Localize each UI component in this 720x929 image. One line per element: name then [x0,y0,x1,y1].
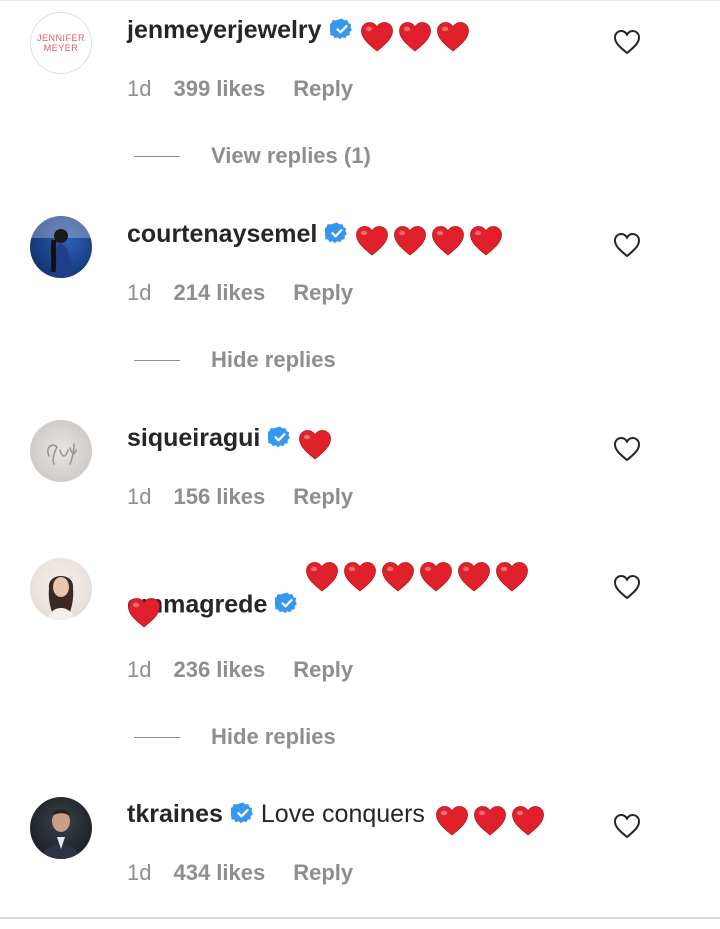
heart-outline-icon[interactable] [613,813,641,839]
verified-badge-icon [323,220,349,254]
comment-line: courtenaysemel [127,217,507,257]
comment-line: siqueiragui [127,421,336,461]
red-heart-emoji-icon [469,225,503,257]
view-replies-button[interactable]: View replies (1) [134,142,371,170]
hearts-emoji-group [355,223,507,257]
comment-meta: 1d 434 likes Reply [127,859,353,887]
comment-meta: 1d 214 likes Reply [127,279,353,307]
verified-badge-icon [327,16,354,50]
top-divider [0,0,720,1]
red-heart-emoji-icon [473,805,507,837]
comment-line: jenmeyerjewelry [127,13,474,53]
comment-time: 1d [127,484,152,509]
red-heart-emoji-icon [419,561,453,593]
likes-count[interactable]: 236 likes [173,656,265,684]
username[interactable]: jenmeyerjewelry [127,16,322,44]
red-heart-emoji-icon [457,561,491,593]
red-heart-emoji-icon [511,805,545,837]
reply-button[interactable]: Reply [293,859,353,887]
heart-outline-icon[interactable] [613,29,641,55]
hide-replies-button[interactable]: Hide replies [134,346,336,374]
red-heart-emoji-icon [343,561,377,593]
username[interactable]: courtenaysemel [127,220,317,248]
red-heart-emoji-icon [127,597,161,629]
red-heart-emoji-icon [298,429,332,461]
comment-line: tkraines Love conquers [127,797,549,837]
hide-replies-button[interactable]: Hide replies [134,723,336,751]
avatar-photo-icon [42,809,80,859]
comment-meta: 1d 236 likes Reply [127,656,353,684]
red-heart-emoji-icon [495,561,529,593]
reply-button[interactable]: Reply [293,656,353,684]
hearts-emoji-group [128,559,533,629]
username[interactable]: siqueiragui [127,424,260,452]
red-heart-emoji-icon [398,21,432,53]
likes-count[interactable]: 399 likes [173,75,265,103]
avatar[interactable]: JENNIFER MEYER [30,12,92,74]
comment-time: 1d [127,76,152,101]
red-heart-emoji-icon [431,225,465,257]
hearts-emoji-group [360,19,474,53]
reply-button[interactable]: Reply [293,279,353,307]
comment-line: emmagrede [127,559,533,629]
verified-badge-icon [266,424,292,458]
replies-dash [134,736,180,738]
comment-text: Love conquers [260,800,425,828]
avatar[interactable] [30,558,92,620]
red-heart-emoji-icon [381,561,415,593]
heart-outline-icon[interactable] [613,436,641,462]
comment-time: 1d [127,860,152,885]
bottom-divider [0,917,720,919]
replies-dash [134,359,180,361]
avatar[interactable] [30,216,92,278]
red-heart-emoji-icon [305,561,339,593]
avatar-signature-icon [47,443,77,465]
red-heart-emoji-icon [355,225,389,257]
red-heart-emoji-icon [436,21,470,53]
avatar[interactable] [30,420,92,482]
reply-button[interactable]: Reply [293,483,353,511]
replies-toggle-label: Hide replies [211,724,336,749]
replies-dash [134,155,180,157]
red-heart-emoji-icon [393,225,427,257]
avatar-photo-icon [48,576,74,620]
comment-meta: 1d 156 likes Reply [127,483,353,511]
heart-outline-icon[interactable] [613,232,641,258]
replies-toggle-label: Hide replies [211,347,336,372]
comment-time: 1d [127,657,152,682]
hearts-emoji-group [435,803,549,837]
username[interactable]: tkraines [127,800,223,828]
replies-toggle-label: View replies (1) [211,143,371,168]
verified-badge-icon [228,800,255,834]
reply-button[interactable]: Reply [293,75,353,103]
hearts-emoji-group [298,427,336,461]
comment-time: 1d [127,280,152,305]
likes-count[interactable]: 156 likes [173,483,265,511]
comment-meta: 1d 399 likes Reply [127,75,353,103]
avatar[interactable] [30,797,92,859]
avatar-logo-text: JENNIFER MEYER [36,33,85,53]
avatar-photo-icon [30,216,92,278]
likes-count[interactable]: 434 likes [173,859,265,887]
heart-outline-icon[interactable] [613,574,641,600]
likes-count[interactable]: 214 likes [173,279,265,307]
red-heart-emoji-icon [360,21,394,53]
verified-badge-icon [273,590,299,624]
red-heart-emoji-icon [435,805,469,837]
